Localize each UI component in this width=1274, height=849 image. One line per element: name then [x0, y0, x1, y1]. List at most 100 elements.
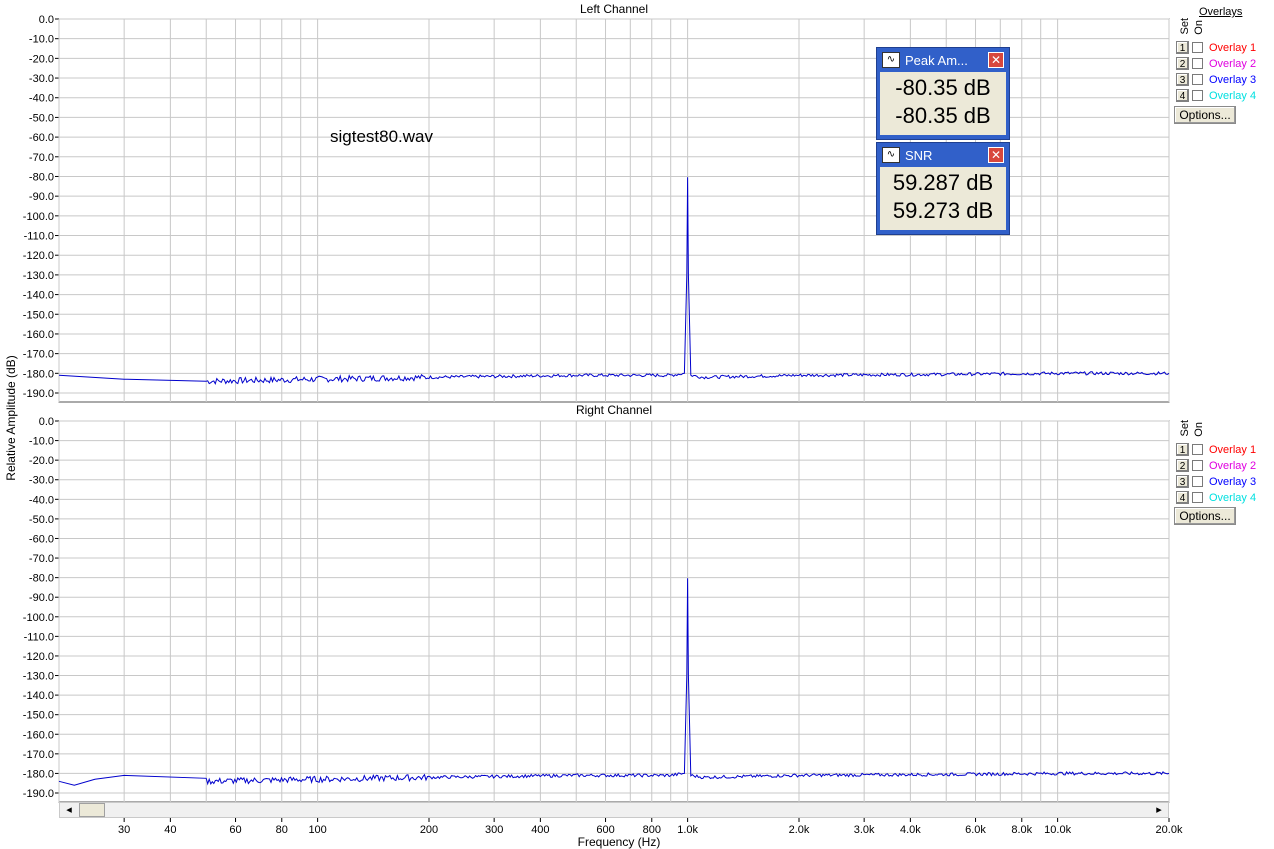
overlay-row: 1 Overlay 1 — [1176, 40, 1256, 55]
y-tick-label: -70.0 — [29, 553, 54, 565]
y-tick-label: -110.0 — [24, 231, 54, 243]
overlay-set-button[interactable]: 2 — [1176, 57, 1189, 70]
overlay-label: Overlay 1 — [1209, 443, 1257, 456]
y-tick-label: -140.0 — [23, 690, 54, 702]
overlay-on-checkbox[interactable] — [1192, 58, 1203, 69]
x-tick-label: 100 — [308, 824, 326, 836]
overlay-row: 4 Overlay 4 — [1176, 490, 1256, 505]
overlays-panel-left: Overlays Set On 1 Overlay 1 2 Overlay 2 3 Ove… — [1174, 6, 1271, 126]
x-axis-label: Frequency (Hz) — [577, 835, 661, 849]
x-tick-label: 40 — [164, 824, 176, 836]
y-tick-label: -40.0 — [29, 494, 54, 506]
options-button[interactable]: Options... — [1174, 507, 1236, 525]
y-tick-label: -30.0 — [29, 73, 54, 85]
y-tick-label: -180.0 — [23, 768, 54, 780]
y-tick-label: -110.0 — [24, 631, 54, 643]
y-tick-label: -10.0 — [29, 34, 54, 46]
panel-title: Left Channel — [580, 2, 648, 16]
close-icon[interactable]: ✕ — [988, 52, 1004, 68]
overlay-on-checkbox[interactable] — [1192, 476, 1203, 487]
x-tick-label: 3.0k — [854, 824, 875, 836]
overlay-set-button[interactable]: 4 — [1176, 491, 1189, 504]
overlay-set-button[interactable]: 2 — [1176, 459, 1189, 472]
y-tick-label: -150.0 — [23, 309, 54, 321]
y-tick-label: -170.0 — [23, 749, 54, 761]
x-tick-label: 200 — [420, 824, 438, 836]
meter-value-left: 59.287 dB — [892, 170, 994, 195]
overlay-set-button[interactable]: 4 — [1176, 89, 1189, 102]
meter-value-left: -80.35 dB — [895, 75, 991, 100]
y-tick-label: -160.0 — [23, 329, 54, 341]
peak-amplitude-meter[interactable]: ∿ Peak Am... ✕ -80.35 dB -80.35 dB — [876, 47, 1010, 140]
x-tick-label: 20.0k — [1156, 824, 1183, 836]
overlay-on-checkbox[interactable] — [1192, 460, 1203, 471]
scroll-right-arrow[interactable]: ▸ — [1152, 803, 1166, 817]
overlay-label: Overlay 4 — [1209, 89, 1257, 102]
x-tick-label: 8.0k — [1011, 824, 1032, 836]
y-tick-label: -20.0 — [29, 455, 54, 467]
y-tick-label: -100.0 — [23, 612, 54, 624]
overlay-label: Overlay 1 — [1209, 41, 1257, 54]
overlay-on-checkbox[interactable] — [1192, 492, 1203, 503]
y-tick-label: -140.0 — [23, 290, 54, 302]
overlay-label: Overlay 3 — [1209, 73, 1257, 86]
overlay-set-button[interactable]: 3 — [1176, 475, 1189, 488]
y-tick-label: -120.0 — [23, 651, 54, 663]
y-tick-label: -60.0 — [29, 533, 54, 545]
x-tick-label: 30 — [118, 824, 130, 836]
y-tick-label: -50.0 — [29, 112, 54, 124]
overlay-set-button[interactable]: 3 — [1176, 73, 1189, 86]
y-tick-label: -100.0 — [23, 211, 54, 223]
x-tick-label: 2.0k — [789, 824, 810, 836]
y-tick-label: -180.0 — [23, 368, 54, 380]
x-tick-label: 4.0k — [900, 824, 921, 836]
overlays-link[interactable]: Overlays — [1199, 6, 1242, 18]
y-tick-label: -190.0 — [23, 388, 54, 400]
x-tick-label: 60 — [229, 824, 241, 836]
scroll-thumb[interactable] — [79, 803, 105, 817]
spectrum-analyzer-window: Left Channel 0.0 -10.0 -20.0 -30.0 -40.0 -50.0… — [0, 0, 1274, 849]
y-tick-label: -160.0 — [23, 729, 54, 741]
options-button[interactable]: Options... — [1174, 106, 1236, 124]
y-tick-label: 0.0 — [39, 416, 54, 428]
waveform-icon: ∿ — [882, 52, 900, 68]
horizontal-scrollbar[interactable]: ◂ ▸ — [59, 802, 1169, 818]
meter-title: Peak Am... — [905, 52, 968, 68]
on-column-label: On — [1193, 422, 1205, 437]
y-tick-label: -30.0 — [29, 475, 54, 487]
overlay-on-checkbox[interactable] — [1192, 444, 1203, 455]
overlay-row: 2 Overlay 2 — [1176, 56, 1256, 71]
overlay-on-checkbox[interactable] — [1192, 74, 1203, 85]
y-tick-label: -130.0 — [23, 671, 54, 683]
scroll-left-arrow[interactable]: ◂ — [62, 803, 76, 817]
waveform-icon: ∿ — [882, 147, 900, 163]
overlay-row: 2 Overlay 2 — [1176, 458, 1256, 473]
overlay-label: Overlay 3 — [1209, 475, 1257, 488]
overlay-on-checkbox[interactable] — [1192, 42, 1203, 53]
y-tick-label: -70.0 — [29, 152, 54, 164]
overlay-set-button[interactable]: 1 — [1176, 443, 1189, 456]
y-tick-label: -60.0 — [29, 132, 54, 144]
x-tick-label: 10.0k — [1044, 824, 1071, 836]
y-tick-label: -20.0 — [29, 53, 54, 65]
panel-title: Right Channel — [576, 403, 652, 417]
overlay-set-button[interactable]: 1 — [1176, 41, 1189, 54]
meter-title: SNR — [905, 147, 933, 163]
x-tick-label: 6.0k — [965, 824, 986, 836]
x-axis: 30 40 60 80 100 200 300 400 600 800 1.0k 2.0k 3.0k 4.… — [118, 818, 1183, 836]
overlay-on-checkbox[interactable] — [1192, 90, 1203, 101]
y-tick-label: 0.0 — [39, 14, 54, 26]
snr-meter[interactable]: ∿ SNR ✕ 59.287 dB 59.273 dB — [876, 142, 1010, 235]
overlay-label: Overlay 4 — [1209, 491, 1257, 504]
overlay-label: Overlay 2 — [1209, 57, 1257, 70]
x-tick-label: 80 — [276, 824, 288, 836]
x-tick-label: 400 — [531, 824, 549, 836]
y-tick-label: -80.0 — [29, 573, 54, 585]
overlay-row: 3 Overlay 3 — [1176, 72, 1256, 87]
set-column-label: Set — [1179, 18, 1191, 35]
close-icon[interactable]: ✕ — [988, 147, 1004, 163]
y-tick-label: -50.0 — [29, 514, 54, 526]
meter-value-right: -80.35 dB — [895, 103, 991, 128]
y-tick-label: -190.0 — [23, 788, 54, 800]
meter-value-right: 59.273 dB — [892, 198, 994, 223]
